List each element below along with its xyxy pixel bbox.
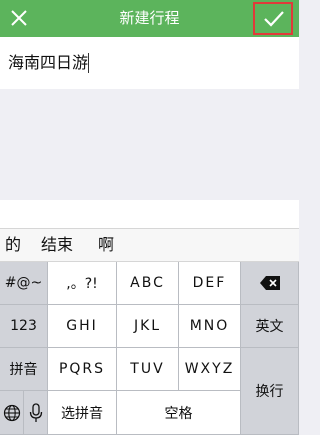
ime-keyboard: #@~ ,。?! ABC DEF 123 GHI JKL MNO 英文 拼音 P…	[0, 262, 299, 435]
key-english[interactable]: 英文	[241, 305, 299, 348]
blank-row	[0, 200, 299, 228]
key-wxyz[interactable]: WXYZ	[179, 348, 241, 391]
candidate-word[interactable]: 的	[5, 229, 21, 261]
key-pqrs[interactable]: PQRS	[48, 348, 117, 391]
trip-name-value: 海南四日游	[8, 53, 89, 72]
text-cursor	[88, 53, 89, 73]
checkmark-icon	[264, 11, 284, 27]
backspace-icon	[259, 276, 280, 290]
globe-icon	[3, 404, 20, 421]
key-numbers[interactable]: 123	[0, 305, 48, 348]
ime-candidate-bar: 的 结束 啊	[0, 228, 299, 262]
key-globe[interactable]	[0, 391, 24, 435]
key-jkl[interactable]: JKL	[117, 305, 179, 348]
key-symbols[interactable]: #@~	[0, 262, 48, 305]
key-punctuation[interactable]: ,。?!	[48, 262, 117, 305]
trip-name-field[interactable]: 海南四日游	[0, 37, 299, 89]
key-select-pinyin[interactable]: 选拼音	[48, 391, 117, 435]
key-abc[interactable]: ABC	[117, 262, 179, 305]
key-ghi[interactable]: GHI	[48, 305, 117, 348]
confirm-button[interactable]	[253, 2, 293, 35]
header-bar: 新建行程	[0, 0, 299, 37]
candidate-word[interactable]: 啊	[98, 229, 114, 261]
key-mno[interactable]: MNO	[179, 305, 241, 348]
key-def[interactable]: DEF	[179, 262, 241, 305]
backspace-key[interactable]	[241, 262, 299, 305]
key-newline[interactable]: 换行	[241, 348, 299, 435]
candidate-word[interactable]: 结束	[41, 229, 73, 261]
microphone-icon	[29, 402, 42, 422]
key-tuv[interactable]: TUV	[117, 348, 179, 391]
content-area	[0, 89, 299, 200]
key-pinyin[interactable]: 拼音	[0, 348, 48, 391]
key-voice[interactable]	[24, 391, 48, 435]
key-space[interactable]: 空格	[117, 391, 241, 435]
